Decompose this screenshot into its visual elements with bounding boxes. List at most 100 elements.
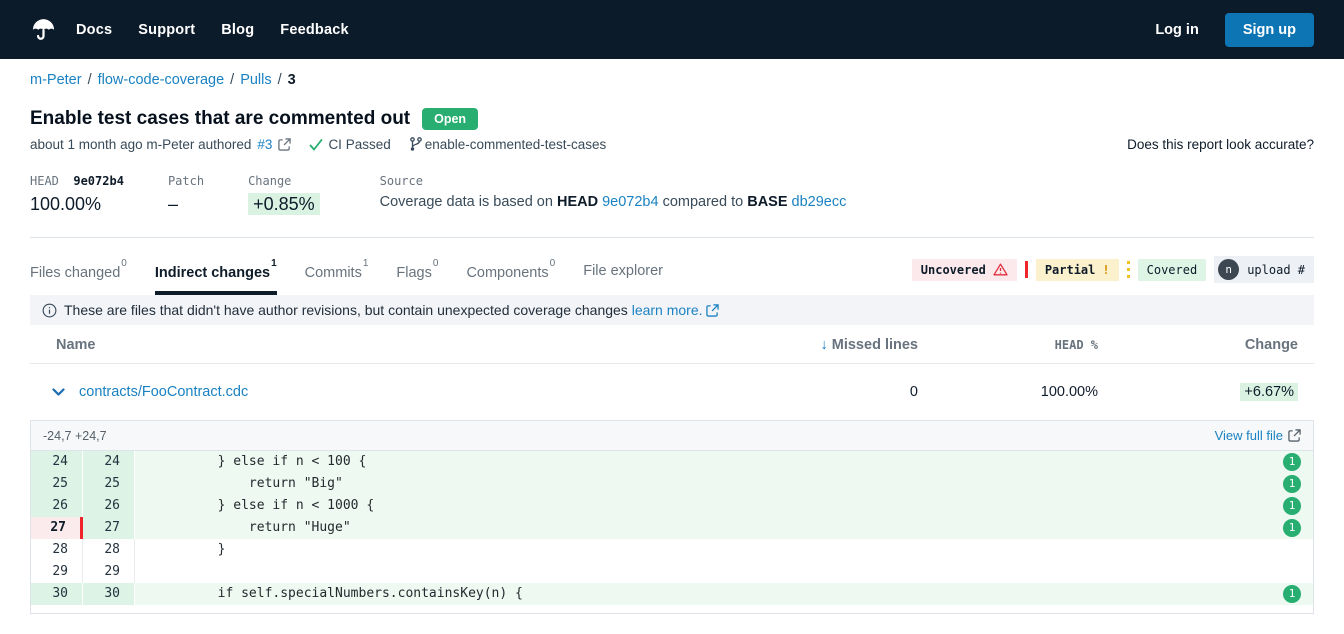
column-name: Name — [30, 337, 674, 353]
branch-name: enable-commented-test-cases — [425, 137, 607, 152]
legend-partial: Partial ! — [1036, 259, 1119, 281]
pr-number-link[interactable]: #3 — [257, 137, 272, 152]
partial-bar — [1127, 261, 1130, 278]
external-link-icon — [706, 304, 719, 317]
code-text: if self.specialNumbers.containsKey(n) { — [135, 583, 1313, 605]
view-full-file-link[interactable]: View full file — [1215, 428, 1301, 443]
warning-triangle-icon — [993, 263, 1008, 276]
authored-text: about 1 month ago m-Peter authored — [30, 137, 251, 152]
tab-bar: Files changed0 Indirect changes1 Commits… — [30, 263, 912, 295]
banner-text: These are files that didn't have author … — [64, 302, 632, 318]
tab-file-explorer[interactable]: File explorer — [583, 263, 663, 295]
new-line-number: 28 — [83, 539, 135, 561]
status-badge: Open — [422, 108, 478, 130]
code-text: return "Big" — [135, 473, 1313, 495]
hit-count-badge[interactable]: 1 — [1283, 453, 1301, 471]
code-line-30: 30 30 if self.specialNumbers.containsKey… — [31, 583, 1313, 605]
tab-flags[interactable]: Flags0 — [396, 263, 438, 295]
old-line-number: 30 — [31, 583, 83, 605]
breadcrumb-owner[interactable]: m-Peter — [30, 72, 82, 88]
breadcrumb-repo[interactable]: flow-code-coverage — [98, 72, 225, 88]
signup-button[interactable]: Sign up — [1225, 13, 1314, 47]
code-text: return "Huge" — [135, 517, 1313, 539]
old-line-number: 26 — [31, 495, 83, 517]
new-line-number: 27 — [83, 517, 135, 539]
new-line-number: 26 — [83, 495, 135, 517]
nav-link-blog[interactable]: Blog — [221, 22, 254, 38]
new-line-number: 29 — [83, 561, 135, 583]
learn-more-link[interactable]: learn more. — [632, 302, 703, 318]
codecov-logo-icon[interactable] — [30, 16, 58, 44]
nav-link-feedback[interactable]: Feedback — [280, 22, 349, 38]
chevron-down-icon[interactable] — [52, 388, 65, 396]
legend-uncovered: Uncovered — [912, 259, 1017, 281]
report-accuracy-link[interactable]: Does this report look accurate? — [1127, 137, 1314, 152]
git-branch-icon — [409, 137, 422, 152]
old-line-number: 24 — [31, 451, 83, 473]
code-text — [135, 561, 1313, 583]
page-title: Enable test cases that are commented out — [30, 108, 410, 130]
base-sha-link[interactable]: db29ecc — [792, 194, 847, 210]
navbar: Docs Support Blog Feedback Log in Sign u… — [0, 0, 1344, 59]
info-banner: These are files that didn't have author … — [30, 295, 1314, 325]
tab-components[interactable]: Components0 — [466, 263, 555, 295]
uncovered-bar — [1025, 261, 1028, 278]
legend-covered: Covered — [1138, 259, 1207, 281]
breadcrumb: m-Peter/flow-code-coverage/Pulls/3 — [30, 72, 1314, 88]
head-coverage-value: 100.00% — [30, 194, 124, 215]
old-line-number: 25 — [31, 473, 83, 495]
change-value: +0.85% — [248, 193, 320, 215]
source-stat: Source Coverage data is based on HEAD 9e… — [380, 174, 847, 210]
ci-status: CI Passed — [328, 137, 390, 152]
diff-viewer: -24,7 +24,7 View full file 24 24 } else … — [30, 420, 1314, 614]
change-stat: Change +0.85% — [248, 174, 320, 215]
tab-files-changed[interactable]: Files changed0 — [30, 263, 127, 295]
code-text: } else if n < 100 { — [135, 451, 1313, 473]
legend-upload: n upload # — [1214, 256, 1314, 283]
patch-value: – — [168, 194, 204, 215]
head-sha-link[interactable]: 9e072b4 — [602, 194, 658, 210]
code-line-27: 27 27 return "Huge" 1 — [31, 517, 1313, 539]
coverage-legend: Uncovered Partial ! Covered n upload # — [912, 256, 1314, 295]
code-line-25: 25 25 return "Big" 1 — [31, 473, 1313, 495]
new-line-number: 30 — [83, 583, 135, 605]
change-value: +6.67% — [1240, 383, 1298, 401]
hit-count-badge[interactable]: 1 — [1283, 475, 1301, 493]
table-header: Name ↓Missed lines HEAD % Change — [30, 325, 1314, 364]
code-line-24: 24 24 } else if n < 100 { 1 — [31, 451, 1313, 473]
sort-desc-icon: ↓ — [821, 337, 828, 353]
hit-count-badge[interactable]: 1 — [1283, 497, 1301, 515]
coverage-summary: HEAD 9e072b4 100.00% Patch – Change +0.8… — [30, 174, 1314, 238]
hunk-header: -24,7 +24,7 — [43, 429, 1215, 443]
missed-lines-value: 0 — [674, 384, 934, 400]
check-icon — [309, 139, 323, 151]
old-line-number: 29 — [31, 561, 83, 583]
patch-stat: Patch – — [168, 174, 204, 215]
column-missed-lines[interactable]: ↓Missed lines — [674, 337, 934, 353]
tab-indirect-changes[interactable]: Indirect changes1 — [155, 263, 277, 295]
login-link[interactable]: Log in — [1155, 22, 1199, 38]
head-sha: 9e072b4 — [73, 174, 124, 188]
column-change: Change — [1114, 337, 1314, 353]
old-line-number-uncovered: 27 — [31, 517, 83, 539]
external-link-icon — [278, 138, 291, 151]
hit-count-badge[interactable]: 1 — [1283, 585, 1301, 603]
tab-commits[interactable]: Commits1 — [305, 263, 369, 295]
code-line-28: 28 28 } — [31, 539, 1313, 561]
code-text: } else if n < 1000 { — [135, 495, 1313, 517]
external-link-icon — [1288, 429, 1301, 442]
hit-count-badge[interactable]: 1 — [1283, 519, 1301, 537]
code-line-26: 26 26 } else if n < 1000 { 1 — [31, 495, 1313, 517]
file-name-link[interactable]: contracts/FooContract.cdc — [79, 384, 248, 400]
new-line-number: 25 — [83, 473, 135, 495]
nav-link-docs[interactable]: Docs — [76, 22, 112, 38]
breadcrumb-pulls[interactable]: Pulls — [240, 72, 271, 88]
code-line-29: 29 29 — [31, 561, 1313, 583]
new-line-number: 24 — [83, 451, 135, 473]
column-head-percent: HEAD % — [934, 338, 1114, 352]
nav-links: Docs Support Blog Feedback — [76, 22, 1155, 38]
head-percent-value: 100.00% — [934, 384, 1114, 400]
upload-count-icon: n — [1218, 259, 1239, 280]
nav-link-support[interactable]: Support — [138, 22, 195, 38]
info-icon — [42, 303, 57, 318]
